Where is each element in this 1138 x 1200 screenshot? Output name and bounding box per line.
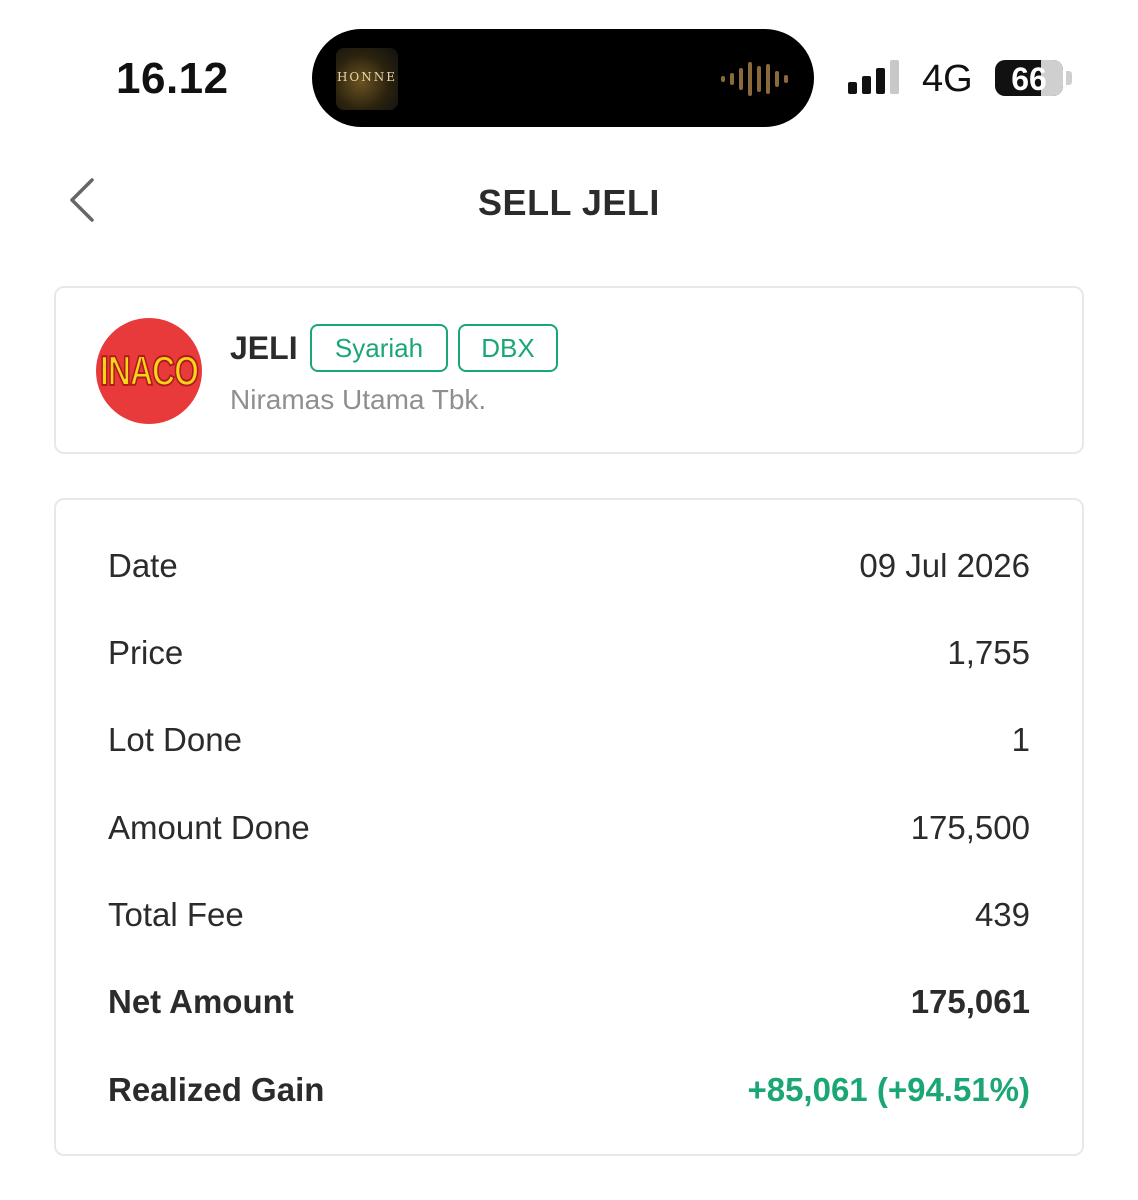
detail-label: Price — [108, 634, 184, 671]
detail-value: 09 Jul 2026 — [859, 547, 1030, 584]
company-name: Niramas Utama Tbk. — [230, 384, 487, 415]
cellular-signal-icon — [848, 58, 899, 94]
company-logo: INACO — [96, 318, 202, 424]
detail-row-realized-gain: Realized Gain +85,061 (+94.51%) — [108, 1068, 1030, 1112]
detail-label: Total Fee — [108, 896, 244, 933]
detail-row-price: Price 1,755 — [108, 631, 1030, 675]
detail-row-date: Date 09 Jul 2026 — [108, 544, 1030, 588]
realized-gain-value: +85,061 (+94.51%) — [747, 1071, 1030, 1108]
audio-waveform-icon — [721, 62, 788, 96]
detail-row-amount-done: Amount Done 175,500 — [108, 806, 1030, 850]
stock-ticker: JELI — [230, 330, 298, 366]
order-details-card: Date 09 Jul 2026 Price 1,755 Lot Done 1 … — [54, 498, 1084, 1156]
detail-value: 1 — [1011, 721, 1030, 758]
board-badge: DBX — [458, 324, 558, 372]
status-time: 16.12 — [116, 54, 229, 103]
detail-row-lot-done: Lot Done 1 — [108, 718, 1030, 762]
album-art-text: HONNE — [336, 70, 398, 84]
detail-value: 175,500 — [910, 809, 1030, 846]
detail-row-net-amount: Net Amount 175,061 — [108, 980, 1030, 1024]
network-type: 4G — [922, 58, 973, 100]
battery-level: 66 — [1011, 61, 1047, 96]
stock-info-card[interactable]: INACO JELI Syariah DBX Niramas Utama Tbk… — [54, 286, 1084, 454]
detail-value: 439 — [974, 896, 1030, 933]
now-playing-album-art: HONNE — [336, 48, 398, 110]
detail-label: Net Amount — [108, 983, 294, 1020]
battery-tip — [1066, 71, 1072, 85]
detail-label: Date — [108, 547, 178, 584]
detail-label: Amount Done — [108, 809, 310, 846]
page-title: SELL JELI — [478, 182, 660, 223]
dynamic-island[interactable]: HONNE — [312, 29, 814, 127]
sell-order-detail-screen: 16.12 HONNE 4G 66 SELL JELI INACO JELI S… — [0, 0, 1138, 1200]
detail-label: Realized Gain — [108, 1071, 325, 1108]
detail-label: Lot Done — [108, 721, 242, 758]
syariah-badge: Syariah — [310, 324, 448, 372]
detail-value: 175,061 — [910, 983, 1030, 1020]
detail-row-total-fee: Total Fee 439 — [108, 893, 1030, 937]
company-logo-text: INACO — [99, 346, 200, 395]
detail-value: 1,755 — [947, 634, 1030, 671]
battery-icon: 66 — [995, 60, 1063, 96]
